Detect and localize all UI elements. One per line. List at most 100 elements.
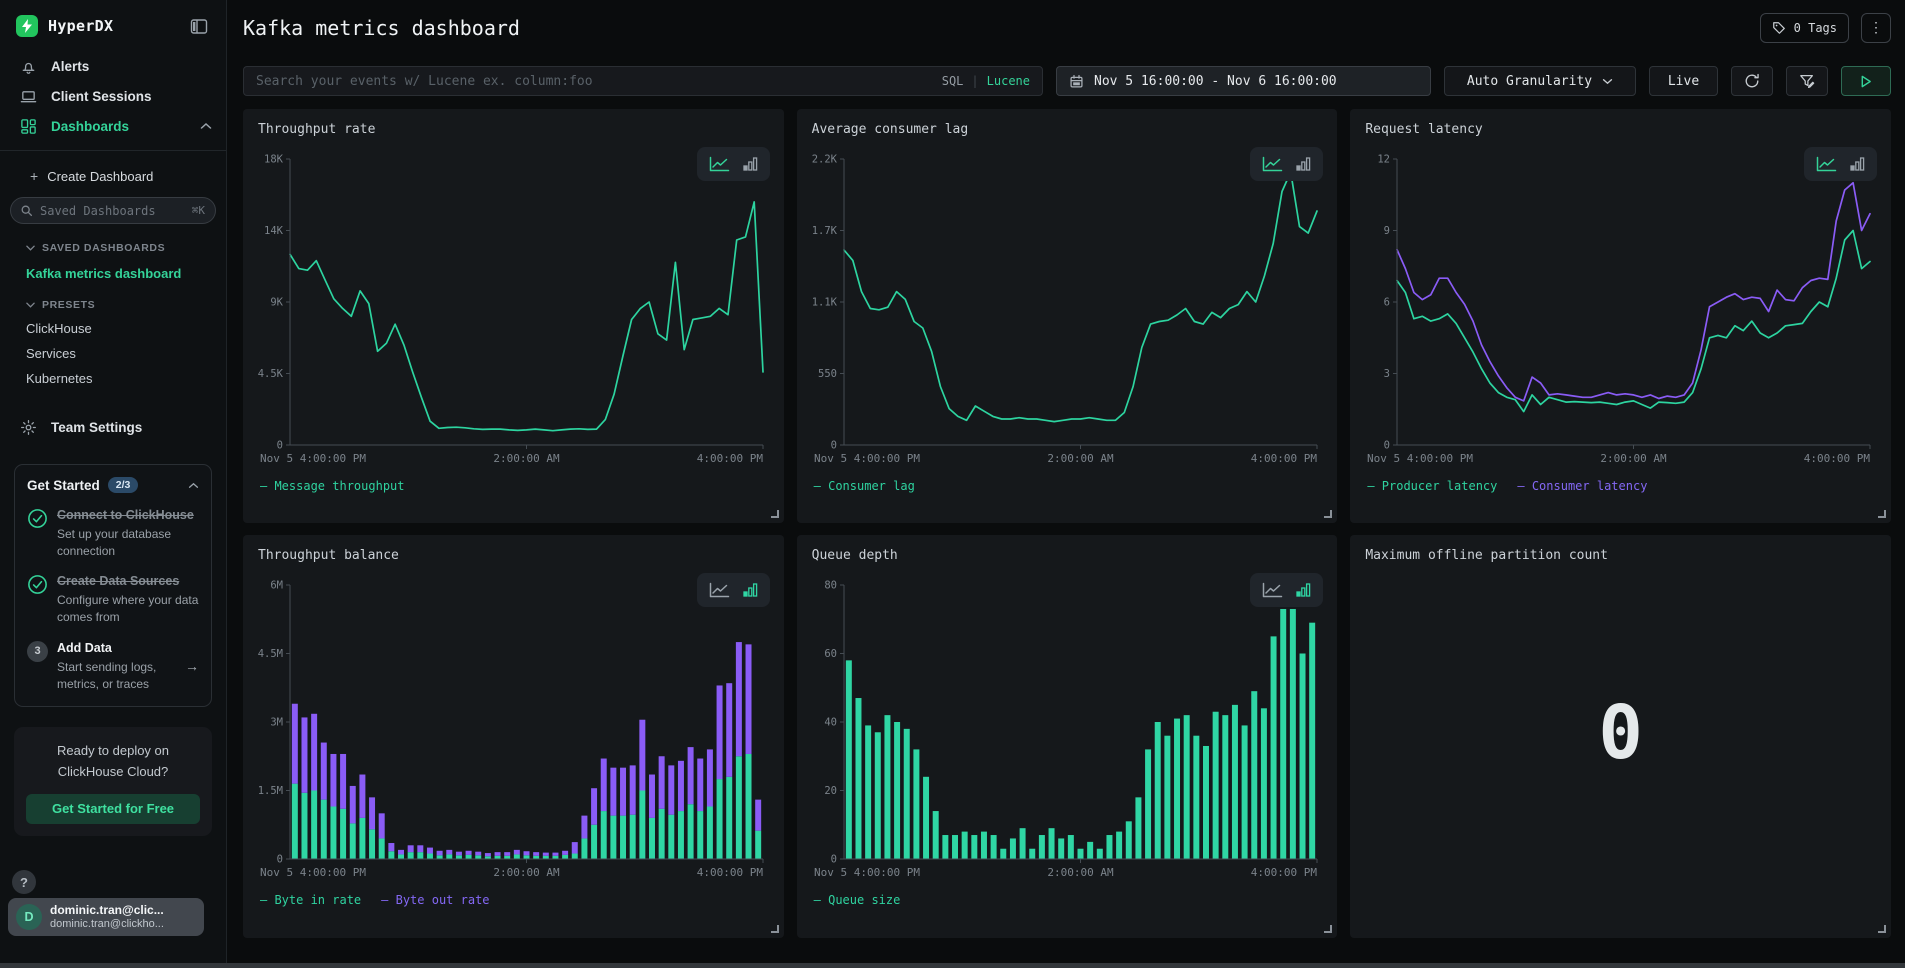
svg-text:550: 550 (818, 368, 837, 380)
svg-text:9: 9 (1384, 225, 1390, 237)
step-desc: Configure where your data comes from (57, 592, 199, 626)
sidebar-item-clickhouse[interactable]: ClickHouse (0, 311, 226, 336)
bar-chart-icon[interactable] (1296, 582, 1311, 598)
chart-legend: — Byte in rate— Byte out rate (260, 893, 769, 907)
svg-text:60: 60 (824, 648, 837, 660)
svg-text:Nov 5 4:00:00 PM: Nov 5 4:00:00 PM (260, 452, 366, 465)
filter-button[interactable] (1786, 66, 1828, 96)
run-query-button[interactable] (1841, 66, 1891, 96)
granularity-select[interactable]: Auto Granularity (1444, 66, 1636, 96)
line-chart-icon[interactable] (1816, 156, 1837, 172)
chart-legend: — Producer latency— Consumer latency (1367, 479, 1876, 493)
sidebar-item-dashboards[interactable]: Dashboards (0, 111, 226, 141)
line-chart-icon[interactable] (709, 582, 730, 598)
get-started-free-button[interactable]: Get Started for Free (26, 794, 200, 824)
horizontal-scrollbar[interactable] (0, 963, 1905, 968)
gear-icon (20, 419, 38, 436)
hyperdx-logo-icon (16, 15, 38, 37)
logo-row: HyperDX (0, 0, 226, 51)
chart-legend: — Queue size (814, 893, 1323, 907)
get-started-step-sources[interactable]: Create Data Sources Configure where your… (27, 573, 199, 625)
shortcut-hint: ⌘K (192, 204, 205, 217)
cloud-card-text-line2: ClickHouse Cloud? (26, 762, 200, 782)
saved-dashboards-section-header[interactable]: SAVED DASHBOARDS (0, 224, 226, 254)
check-circle-icon (27, 574, 48, 595)
chevron-down-icon (1602, 78, 1613, 85)
svg-text:1.1K: 1.1K (812, 297, 838, 309)
step-title: Create Data Sources (57, 573, 199, 590)
page-title: Kafka metrics dashboard (243, 16, 520, 40)
resize-handle[interactable] (1324, 510, 1332, 518)
sidebar-item-services[interactable]: Services (0, 336, 226, 361)
chevron-up-icon (200, 122, 212, 130)
tags-button[interactable]: 0 Tags (1760, 13, 1849, 43)
chart-type-toggle (1250, 147, 1323, 181)
chevron-down-icon (26, 302, 35, 308)
chart-title: Maximum offline partition count (1365, 548, 1876, 563)
check-circle-icon (27, 508, 48, 529)
sidebar-item-client-sessions[interactable]: Client Sessions (0, 81, 226, 111)
saved-dashboards-search-input[interactable]: Saved Dashboards ⌘K (10, 197, 216, 224)
sidebar-item-kubernetes[interactable]: Kubernetes (0, 361, 226, 386)
refresh-button[interactable] (1731, 66, 1773, 96)
search-input[interactable]: Search your events w/ Lucene ex. column:… (243, 66, 1043, 96)
app-name: HyperDX (48, 17, 113, 35)
chevron-up-icon[interactable] (188, 482, 199, 489)
line-chart-icon[interactable] (1262, 156, 1283, 172)
search-placeholder: Saved Dashboards (40, 204, 192, 218)
laptop-icon (20, 88, 38, 105)
metric-value: 0 (1365, 563, 1876, 932)
resize-handle[interactable] (771, 510, 779, 518)
sidebar-item-label: Client Sessions (51, 89, 152, 104)
more-options-button[interactable]: ⋮ (1861, 13, 1891, 43)
user-menu[interactable]: D dominic.tran@clic... dominic.tran@clic… (8, 898, 204, 936)
lucene-toggle[interactable]: Lucene (987, 74, 1030, 88)
live-button[interactable]: Live (1649, 66, 1718, 96)
bar-chart-icon[interactable] (1850, 156, 1865, 172)
page-header: Kafka metrics dashboard 0 Tags ⋮ (243, 13, 1891, 43)
throughput-balance-chart: 6M4.5M3M1.5M0Nov 5 4:00:00 PM2:00:00 AM4… (258, 571, 769, 889)
progress-badge: 2/3 (108, 477, 139, 493)
presets-section-header[interactable]: PRESETS (0, 281, 226, 311)
chart-title: Throughput rate (258, 122, 769, 137)
svg-text:0: 0 (1384, 440, 1390, 452)
bar-chart-icon[interactable] (743, 582, 758, 598)
svg-text:Nov 5 4:00:00 PM: Nov 5 4:00:00 PM (814, 866, 920, 879)
resize-handle[interactable] (1324, 925, 1332, 933)
svg-text:2:00:00 AM: 2:00:00 AM (493, 452, 560, 465)
line-chart-icon[interactable] (1262, 582, 1283, 598)
play-icon (1860, 75, 1872, 88)
calendar-icon (1069, 74, 1084, 89)
line-chart-icon[interactable] (709, 156, 730, 172)
collapse-sidebar-icon[interactable] (190, 18, 208, 35)
chart-type-toggle (1804, 147, 1877, 181)
svg-text:2:00:00 AM: 2:00:00 AM (1047, 452, 1114, 465)
sidebar-item-team-settings[interactable]: Team Settings (0, 412, 226, 442)
svg-text:0: 0 (830, 854, 836, 866)
get-started-step-add-data[interactable]: 3 Add Data Start sending logs, metrics, … (27, 640, 199, 692)
resize-handle[interactable] (1878, 510, 1886, 518)
help-button[interactable]: ? (12, 870, 36, 894)
svg-text:1.5M: 1.5M (258, 785, 283, 797)
svg-text:40: 40 (824, 717, 837, 729)
sql-toggle[interactable]: SQL (942, 74, 964, 88)
svg-text:6: 6 (1384, 297, 1390, 309)
get-started-title: Get Started (27, 478, 100, 493)
get-started-step-connect[interactable]: Connect to ClickHouse Set up your databa… (27, 507, 199, 559)
step-title: Connect to ClickHouse (57, 507, 199, 524)
clickhouse-cloud-card: Ready to deploy on ClickHouse Cloud? Get… (14, 727, 212, 835)
svg-text:20: 20 (824, 785, 837, 797)
user-email: dominic.tran@clickho... (50, 918, 164, 932)
dashboard-grid: Throughput rate 18K14K9K4.5K0Nov 5 4:00:… (243, 109, 1891, 938)
resize-handle[interactable] (771, 925, 779, 933)
svg-text:4:00:00 PM: 4:00:00 PM (1250, 452, 1317, 465)
resize-handle[interactable] (1878, 925, 1886, 933)
create-dashboard-button[interactable]: + Create Dashboard (0, 151, 226, 184)
date-range-value: Nov 5 16:00:00 - Nov 6 16:00:00 (1094, 74, 1337, 89)
sidebar-item-alerts[interactable]: Alerts (0, 51, 226, 81)
svg-text:4.5M: 4.5M (258, 648, 283, 660)
date-range-picker[interactable]: Nov 5 16:00:00 - Nov 6 16:00:00 (1056, 66, 1431, 96)
bar-chart-icon[interactable] (1296, 156, 1311, 172)
sidebar-item-kafka-metrics-dashboard[interactable]: Kafka metrics dashboard (0, 254, 226, 281)
bar-chart-icon[interactable] (743, 156, 758, 172)
